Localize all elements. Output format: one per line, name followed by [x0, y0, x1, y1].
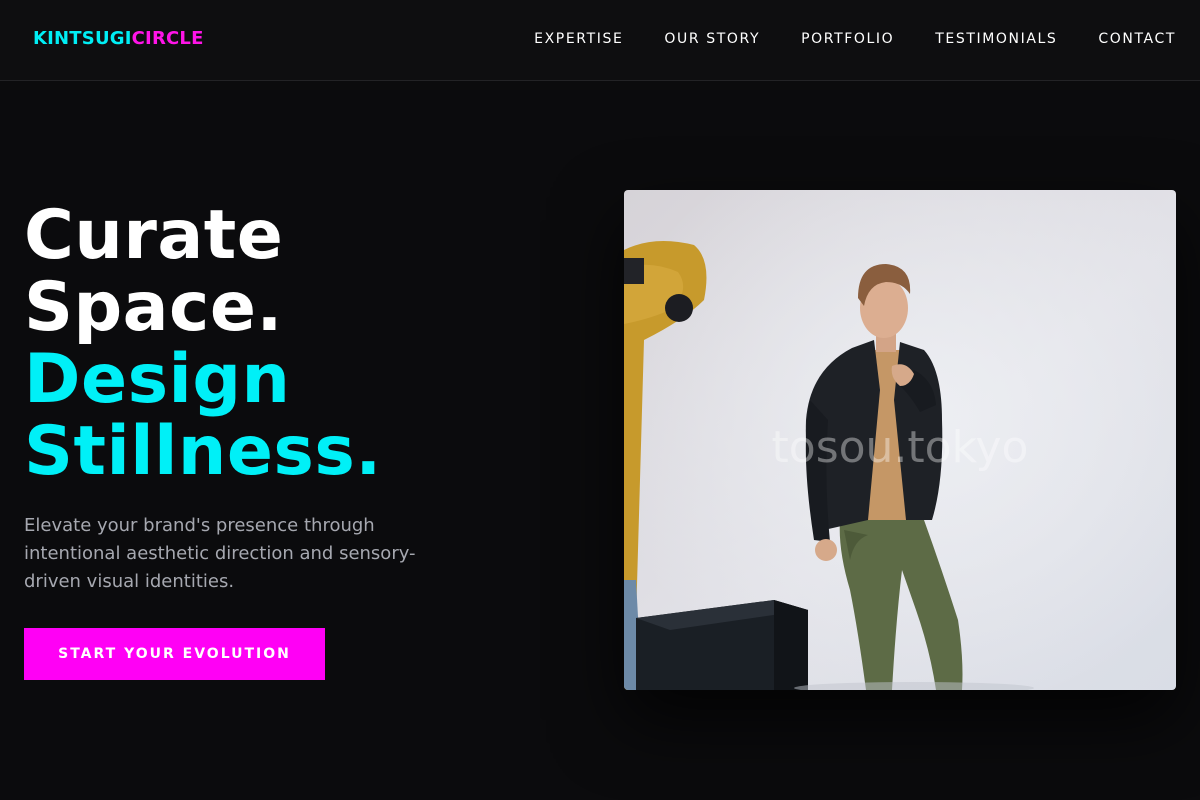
- nav-link-portfolio[interactable]: PORTFOLIO: [801, 31, 894, 47]
- main-nav: EXPERTISE OUR STORY PORTFOLIO TESTIMONIA…: [534, 31, 1176, 47]
- nav-link-our-story[interactable]: OUR STORY: [664, 31, 760, 47]
- nav-link-contact[interactable]: CONTACT: [1098, 31, 1176, 47]
- photo-watermark: tosou.tokyo: [771, 422, 1029, 473]
- brand-logo-part-1: KINTSUGI: [33, 28, 132, 49]
- nav-link-testimonials[interactable]: TESTIMONIALS: [935, 31, 1057, 47]
- hero-headline-line-4: Stillness.: [24, 412, 382, 491]
- hero-headline-line-1: Curate: [24, 196, 284, 275]
- hero-headline: Curate Space. Design Stillness.: [24, 200, 382, 488]
- hero-photo: tosou.tokyo: [624, 190, 1176, 690]
- hero-subtitle: Elevate your brand's presence through in…: [24, 515, 416, 592]
- brand-logo[interactable]: KINTSUGICIRCLE: [33, 28, 204, 49]
- hero-headline-line-2: Space.: [24, 268, 283, 347]
- nav-link-expertise[interactable]: EXPERTISE: [534, 31, 623, 47]
- top-navigation-bar: KINTSUGICIRCLE EXPERTISE OUR STORY PORTF…: [0, 0, 1200, 81]
- start-your-evolution-button[interactable]: START YOUR EVOLUTION: [24, 628, 325, 680]
- hero-headline-line-3: Design: [24, 340, 291, 419]
- brand-logo-part-2: CIRCLE: [131, 28, 204, 49]
